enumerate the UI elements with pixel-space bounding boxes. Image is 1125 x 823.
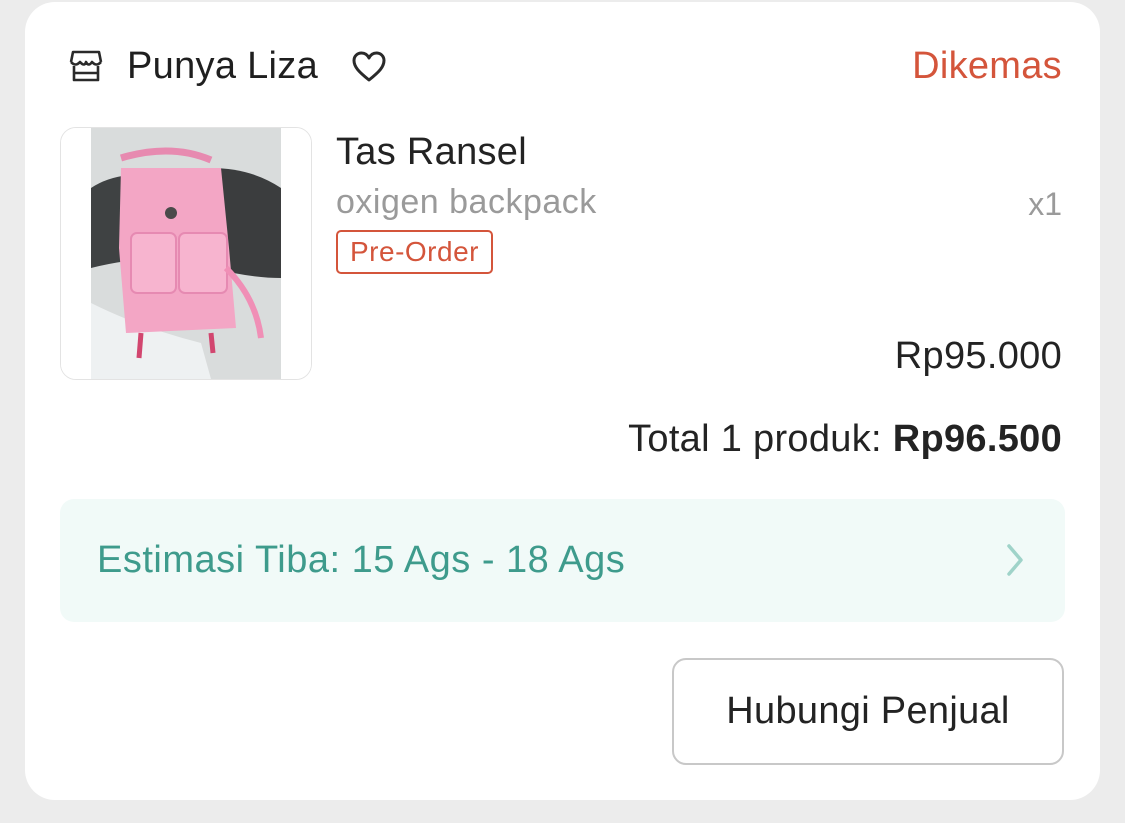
total-value: Rp96.500 [892,418,1062,460]
product-price: Rp95.000 [894,335,1062,377]
product-variant: oxigen backpack [336,183,597,221]
order-status: Dikemas [912,45,1062,87]
shipping-estimate-text: Estimasi Tiba: 15 Ags - 18 Ags [97,539,626,581]
product-name[interactable]: Tas Ransel [336,128,527,176]
product-quantity: x1 [1028,186,1062,222]
heart-icon [352,51,386,82]
contact-seller-button[interactable]: Hubungi Penjual [672,658,1064,765]
order-total: Total 1 produk: Rp96.500 [628,415,1062,463]
product-image[interactable] [60,127,312,380]
store-icon [69,50,103,82]
chevron-right-icon [1007,544,1023,576]
backpack-photo [61,128,311,379]
total-label: Total 1 produk: [628,418,882,460]
shipping-estimate-row[interactable]: Estimasi Tiba: 15 Ags - 18 Ags [60,499,1065,622]
order-card: Punya Liza Dikemas Tas Ransel oxigen bac… [25,2,1100,800]
preorder-badge: Pre-Order [336,230,493,274]
shop-name[interactable]: Punya Liza [127,42,318,90]
